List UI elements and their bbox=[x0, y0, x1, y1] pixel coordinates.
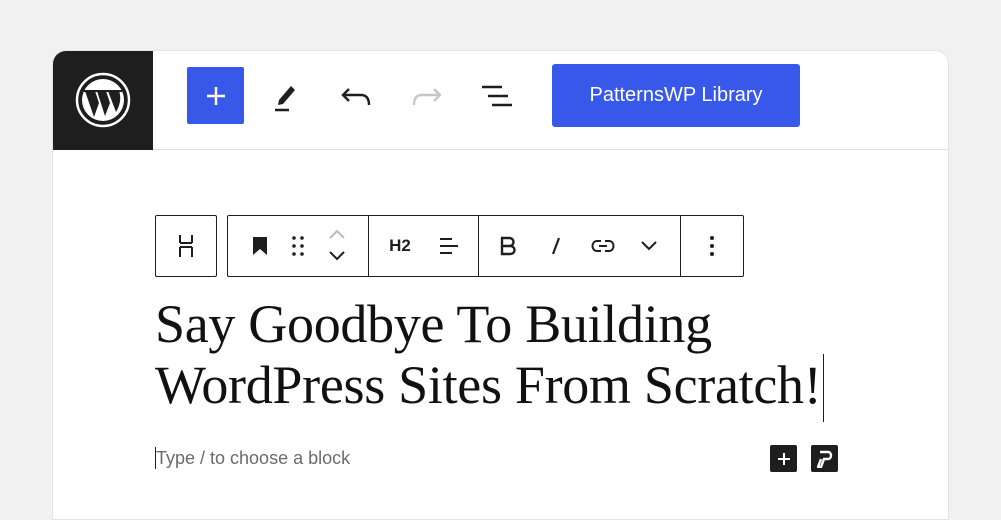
list-view-icon bbox=[482, 85, 512, 107]
undo-button[interactable] bbox=[336, 76, 376, 116]
move-down-button[interactable] bbox=[324, 246, 350, 266]
inline-add-block-button[interactable] bbox=[770, 445, 797, 472]
block-type-button[interactable] bbox=[156, 216, 216, 276]
more-formatting-button[interactable] bbox=[632, 216, 666, 276]
block-editor: PatternsWP Library H2 Say Goodbye To Bui… bbox=[52, 50, 949, 520]
heading-line-2: WordPress Sites From Scratch! bbox=[155, 355, 822, 415]
list-view-button[interactable] bbox=[476, 76, 516, 116]
tools-button[interactable] bbox=[266, 76, 306, 116]
toolbar-divider bbox=[478, 216, 479, 277]
undo-icon bbox=[341, 88, 371, 106]
heading-block-icon bbox=[179, 235, 193, 257]
bold-icon bbox=[500, 236, 516, 256]
more-vertical-icon bbox=[710, 236, 714, 256]
move-up-button[interactable] bbox=[324, 224, 350, 244]
drag-handle-icon bbox=[292, 236, 304, 256]
heading-line-1: Say Goodbye To Building bbox=[155, 294, 712, 354]
redo-icon bbox=[412, 88, 442, 106]
plus-icon bbox=[206, 86, 225, 105]
heading-level-button[interactable]: H2 bbox=[380, 216, 420, 276]
editor-header: PatternsWP Library bbox=[53, 51, 948, 150]
patternswp-inserter-button[interactable] bbox=[811, 445, 838, 472]
toolbar-divider bbox=[368, 216, 369, 277]
toolbar-divider bbox=[680, 216, 681, 277]
block-options-button[interactable] bbox=[692, 216, 732, 276]
align-left-icon bbox=[440, 238, 458, 254]
heading-block[interactable]: Say Goodbye To Building WordPress Sites … bbox=[155, 294, 875, 416]
chevron-up-icon bbox=[329, 229, 345, 239]
block-type-group bbox=[155, 215, 217, 277]
italic-icon bbox=[551, 237, 561, 255]
text-caret bbox=[823, 354, 824, 422]
align-button[interactable] bbox=[430, 216, 466, 276]
plus-icon bbox=[777, 452, 790, 465]
chevron-down-icon bbox=[641, 241, 657, 251]
block-toolbar: H2 bbox=[227, 215, 744, 277]
bold-button[interactable] bbox=[492, 216, 524, 276]
chevron-down-icon bbox=[329, 251, 345, 261]
wordpress-logo-icon bbox=[75, 72, 130, 128]
bookmark-button[interactable] bbox=[242, 216, 278, 276]
heading-level-label: H2 bbox=[389, 236, 411, 255]
drag-handle[interactable] bbox=[282, 216, 314, 276]
wordpress-logo-button[interactable] bbox=[53, 51, 153, 150]
pencil-icon bbox=[275, 86, 295, 112]
redo-button[interactable] bbox=[407, 76, 447, 116]
link-button[interactable] bbox=[584, 216, 622, 276]
paragraph-placeholder[interactable]: Type / to choose a block bbox=[156, 448, 350, 469]
italic-button[interactable] bbox=[540, 216, 572, 276]
patternswp-icon bbox=[816, 450, 832, 468]
add-block-button[interactable] bbox=[187, 67, 244, 124]
link-icon bbox=[591, 240, 615, 252]
bookmark-icon bbox=[253, 237, 267, 255]
patternswp-library-button[interactable]: PatternsWP Library bbox=[552, 64, 800, 127]
